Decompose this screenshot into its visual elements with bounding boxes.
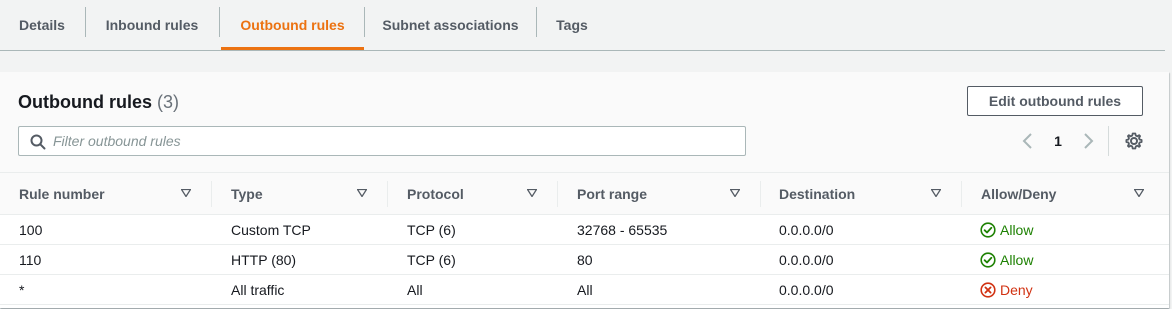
cell-protocol: TCP (6) — [407, 252, 456, 268]
panel-title: Outbound rules (3) — [18, 92, 179, 113]
check-circle-icon — [980, 252, 996, 268]
cell-rule-number: 110 — [19, 252, 42, 268]
cell-allow-deny: Allow — [980, 245, 1033, 275]
cell-protocol: TCP (6) — [407, 222, 456, 238]
cell-type: HTTP (80) — [231, 252, 297, 268]
cell-allow-deny: Deny — [980, 275, 1033, 305]
cell-type: All traffic — [231, 282, 285, 298]
tab-outbound-rules[interactable]: Outbound rules — [221, 0, 364, 50]
search-icon — [30, 134, 46, 150]
pager-divider — [1108, 126, 1109, 156]
panel-header: Outbound rules (3) Edit outbound rules 1 — [0, 72, 1169, 172]
column-header-type[interactable]: Type — [231, 173, 263, 215]
cell-rule-number: * — [19, 282, 25, 298]
tab-subnet-associations[interactable]: Subnet associations — [365, 0, 536, 50]
status-label: Allow — [1000, 252, 1034, 268]
cell-port-range: 80 — [577, 252, 593, 268]
filter-input[interactable] — [53, 131, 733, 151]
rule-count: (3) — [157, 92, 180, 112]
cell-protocol: All — [407, 282, 423, 298]
tab-tags[interactable]: Tags — [537, 0, 607, 50]
column-header-port-range[interactable]: Port range — [577, 173, 647, 215]
column-header-destination[interactable]: Destination — [779, 173, 855, 215]
table-row[interactable]: 110 HTTP (80) TCP (6) 80 0.0.0.0/0 Allow — [0, 245, 1169, 275]
cell-allow-deny: Allow — [980, 215, 1033, 245]
caret-down-icon[interactable] — [931, 189, 941, 197]
cell-port-range: All — [577, 282, 593, 298]
cell-destination: 0.0.0.0/0 — [779, 282, 834, 298]
column-header-protocol[interactable]: Protocol — [407, 173, 464, 215]
cell-rule-number: 100 — [19, 222, 43, 238]
edit-outbound-rules-button[interactable]: Edit outbound rules — [967, 86, 1143, 116]
x-circle-icon — [980, 282, 996, 298]
status-label: Allow — [1000, 222, 1034, 238]
table-header: Rule number Type Protocol Port range Des… — [0, 172, 1169, 215]
outbound-rules-panel: Outbound rules (3) Edit outbound rules 1… — [0, 72, 1169, 308]
tab-bar: Details Inbound rules Outbound rules Sub… — [0, 0, 1165, 51]
table-row[interactable]: * All traffic All All 0.0.0.0/0 Deny — [0, 275, 1169, 305]
tab-divider — [219, 7, 220, 37]
filter-search-box[interactable] — [18, 126, 746, 156]
tab-inbound-rules[interactable]: Inbound rules — [86, 0, 218, 50]
column-divider — [211, 181, 212, 207]
chevron-left-icon[interactable] — [1020, 132, 1036, 150]
caret-down-icon[interactable] — [527, 189, 537, 197]
cell-destination: 0.0.0.0/0 — [779, 222, 834, 238]
cell-port-range: 32768 - 65535 — [577, 222, 668, 238]
column-header-allow-deny[interactable]: Allow/Deny — [981, 173, 1056, 215]
table-row[interactable]: 100 Custom TCP TCP (6) 32768 - 65535 0.0… — [0, 215, 1169, 245]
caret-down-icon[interactable] — [1134, 189, 1144, 197]
chevron-right-icon[interactable] — [1080, 132, 1096, 150]
check-circle-icon — [980, 222, 996, 238]
caret-down-icon[interactable] — [357, 189, 367, 197]
active-tab-indicator — [221, 47, 364, 50]
column-divider — [760, 181, 761, 207]
status-label: Deny — [1000, 282, 1033, 298]
column-divider — [387, 181, 388, 207]
cell-destination: 0.0.0.0/0 — [779, 252, 834, 268]
cell-type: Custom TCP — [231, 222, 311, 238]
caret-down-icon[interactable] — [181, 189, 191, 197]
column-divider — [961, 181, 962, 207]
gear-icon[interactable] — [1124, 131, 1144, 151]
column-divider — [557, 181, 558, 207]
panel-title-text: Outbound rules — [18, 92, 152, 112]
caret-down-icon[interactable] — [730, 189, 740, 197]
tab-details[interactable]: Details — [0, 0, 84, 50]
page-number[interactable]: 1 — [1050, 132, 1066, 150]
column-header-rule-number[interactable]: Rule number — [19, 173, 105, 215]
